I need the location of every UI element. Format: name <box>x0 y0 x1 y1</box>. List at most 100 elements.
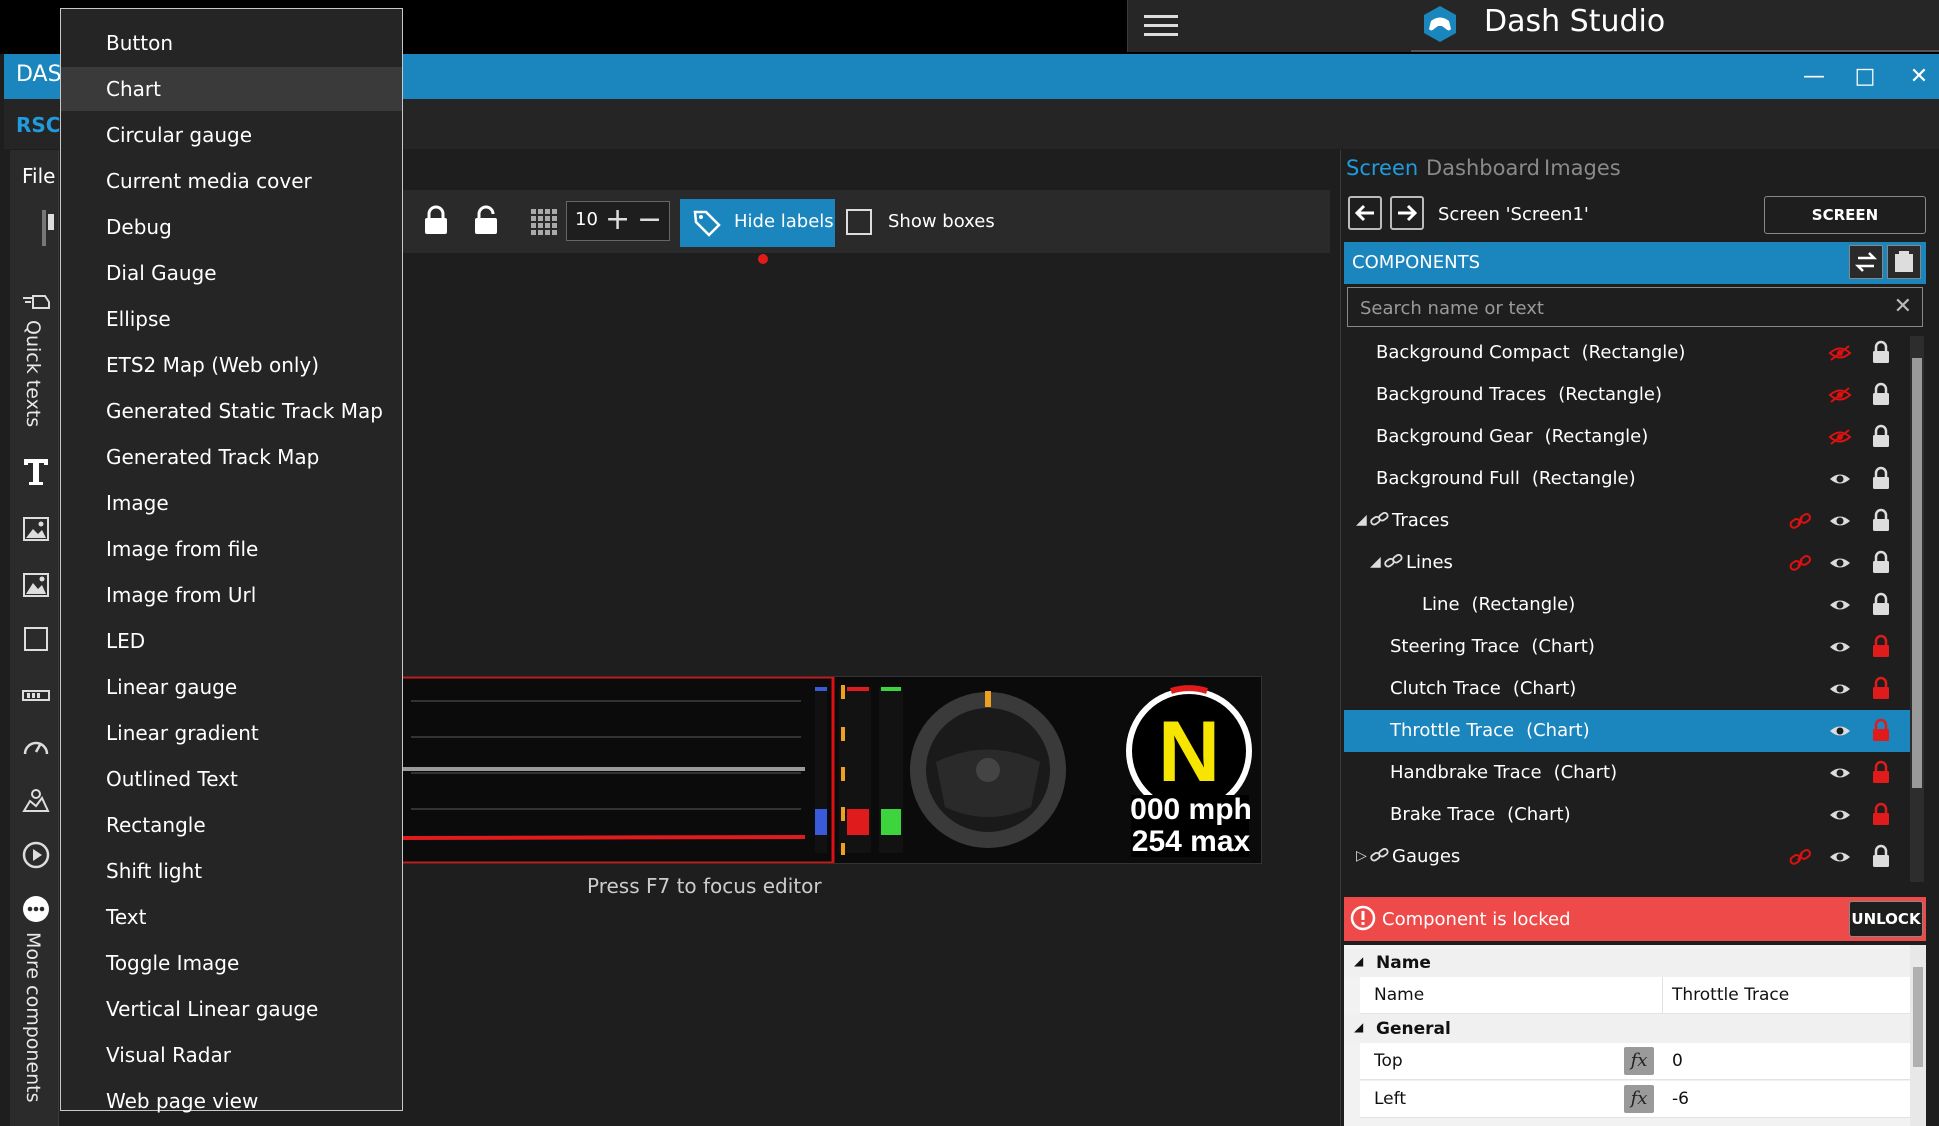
locked-red-icon[interactable] <box>1870 718 1892 742</box>
dropdown-item[interactable]: Vertical Linear gauge <box>61 987 402 1031</box>
component-tree-row[interactable]: Background Full (Rectangle) <box>1344 458 1910 500</box>
visible-eye-icon[interactable] <box>1828 512 1852 530</box>
show-boxes-toggle[interactable]: Show boxes <box>846 199 1006 247</box>
show-boxes-checkbox[interactable] <box>846 209 872 235</box>
dropdown-item[interactable]: Image from Url <box>61 573 402 617</box>
visible-eye-icon[interactable] <box>1828 764 1852 782</box>
gauge-tool-icon[interactable] <box>21 732 51 762</box>
led-bar-icon[interactable] <box>21 680 51 710</box>
component-search[interactable]: ✕ <box>1347 287 1923 327</box>
dropdown-item[interactable]: Outlined Text <box>61 757 402 801</box>
component-tree-row[interactable]: Background Traces (Rectangle) <box>1344 374 1910 416</box>
component-tree-row[interactable]: Background Gear (Rectangle) <box>1344 416 1910 458</box>
expanded-triangle-icon[interactable]: ◢ <box>1356 512 1367 528</box>
maximize-icon[interactable]: □ <box>1850 62 1880 92</box>
lock-icon[interactable] <box>1870 508 1892 532</box>
minimize-icon[interactable]: — <box>1799 62 1829 92</box>
dropdown-item[interactable]: Generated Static Track Map <box>61 389 402 433</box>
visible-eye-icon[interactable] <box>1828 554 1852 572</box>
dropdown-item[interactable]: Generated Track Map <box>61 435 402 479</box>
visible-eye-icon[interactable] <box>1828 848 1852 866</box>
dropdown-item[interactable]: Dial Gauge <box>61 251 402 295</box>
image-from-file-icon[interactable] <box>21 570 51 600</box>
component-tree-row[interactable]: ◢ Lines <box>1344 542 1910 584</box>
swap-components-button[interactable] <box>1849 245 1883 279</box>
formula-icon[interactable]: fx <box>1624 1047 1654 1075</box>
rsc-label[interactable]: RSC <box>16 113 60 137</box>
property-row-top[interactable]: Top fx 0 <box>1360 1043 1910 1080</box>
link-icon[interactable] <box>1788 848 1812 866</box>
locked-red-icon[interactable] <box>1870 760 1892 784</box>
expanded-triangle-icon[interactable]: ◢ <box>1370 554 1381 570</box>
hamburger-menu-icon[interactable] <box>1144 14 1178 38</box>
property-grid-scrollbar[interactable] <box>1910 945 1926 1126</box>
locked-red-icon[interactable] <box>1870 802 1892 826</box>
scrollbar-thumb[interactable] <box>1912 358 1922 788</box>
component-tree-row[interactable]: Handbrake Trace (Chart) <box>1344 752 1910 794</box>
lock-icon[interactable] <box>420 204 452 236</box>
more-components-tab[interactable]: More components <box>22 932 44 1103</box>
lock-icon[interactable] <box>1870 844 1892 868</box>
dropdown-item[interactable]: ETS2 Map (Web only) <box>61 343 402 387</box>
visible-eye-icon[interactable] <box>1828 470 1852 488</box>
text-tool-icon[interactable] <box>21 456 51 486</box>
close-icon[interactable]: ✕ <box>1904 62 1934 92</box>
hidden-eye-icon[interactable] <box>1828 386 1852 404</box>
dropdown-item[interactable]: Image from file <box>61 527 402 571</box>
component-tree-row[interactable]: Line (Rectangle) <box>1344 584 1910 626</box>
lock-icon[interactable] <box>1870 424 1892 448</box>
clear-search-icon[interactable]: ✕ <box>1894 294 1912 319</box>
rectangle-tool-icon[interactable] <box>21 624 51 654</box>
dropdown-item[interactable]: Visual Radar <box>61 1033 402 1077</box>
dropdown-item[interactable]: Image <box>61 481 402 525</box>
component-tree-row[interactable]: Clutch Trace (Chart) <box>1344 668 1910 710</box>
lock-icon[interactable] <box>1870 466 1892 490</box>
dropdown-item[interactable]: Toggle Image <box>61 941 402 985</box>
grid-icon[interactable] <box>530 208 558 236</box>
dropdown-item[interactable]: Debug <box>61 205 402 249</box>
more-components-icon[interactable] <box>21 894 51 924</box>
property-row-left[interactable]: Left fx -6 <box>1360 1081 1910 1118</box>
tab-screen[interactable]: Screen <box>1346 156 1418 180</box>
lock-icon[interactable] <box>1870 550 1892 574</box>
component-search-input[interactable] <box>1358 295 1882 321</box>
collapse-triangle-icon[interactable]: ◢ <box>1354 954 1363 968</box>
media-play-icon[interactable] <box>21 840 51 870</box>
visible-eye-icon[interactable] <box>1828 806 1852 824</box>
file-menu[interactable]: File <box>22 164 55 188</box>
image-tool-icon[interactable] <box>21 514 51 544</box>
visible-eye-icon[interactable] <box>1828 596 1852 614</box>
property-value[interactable]: -6 <box>1672 1089 1689 1109</box>
scrollbar-thumb[interactable] <box>1913 967 1923 1067</box>
dashboard-preview[interactable]: N 000 mph 254 max <box>399 675 1262 865</box>
lock-icon[interactable] <box>1870 382 1892 406</box>
dropdown-item[interactable]: Circular gauge <box>61 113 402 157</box>
property-value[interactable]: Throttle Trace <box>1672 985 1789 1005</box>
unlock-button[interactable]: UNLOCK <box>1849 901 1923 937</box>
tab-images[interactable]: Images <box>1544 156 1621 180</box>
dropdown-item[interactable]: LED <box>61 619 402 663</box>
dropdown-item[interactable]: Chart <box>61 67 402 111</box>
dropdown-item[interactable]: Web page view <box>61 1079 402 1123</box>
component-tree-row[interactable]: Brake Trace (Chart) <box>1344 794 1910 836</box>
screen-properties-button[interactable]: SCREEN PROPERTIES <box>1764 196 1926 260</box>
grid-size-value[interactable]: 10 <box>575 209 598 230</box>
dropdown-item[interactable]: Current media cover <box>61 159 402 203</box>
dropdown-item[interactable]: Rectangle <box>61 803 402 847</box>
collapsed-triangle-icon[interactable]: ▷ <box>1356 848 1367 864</box>
dropdown-item[interactable]: Shift light <box>61 849 402 893</box>
dropdown-item[interactable]: Button <box>61 21 402 65</box>
component-tree-row[interactable]: ▷ Gauges <box>1344 836 1910 878</box>
visible-eye-icon[interactable] <box>1828 722 1852 740</box>
dropdown-item[interactable]: Ellipse <box>61 297 402 341</box>
hidden-eye-icon[interactable] <box>1828 428 1852 446</box>
component-tree-row[interactable]: ◢ Traces <box>1344 500 1910 542</box>
grid-increase-button[interactable]: + <box>605 202 630 237</box>
property-value[interactable]: 0 <box>1672 1051 1683 1071</box>
grid-decrease-button[interactable]: − <box>637 202 662 237</box>
locked-red-icon[interactable] <box>1870 634 1892 658</box>
property-category-general[interactable]: ◢ General <box>1344 1015 1910 1043</box>
clipboard-button[interactable] <box>1887 245 1921 279</box>
tab-dashboard[interactable]: Dashboard <box>1426 156 1540 180</box>
component-tree-row[interactable]: Throttle Trace (Chart) <box>1344 710 1910 752</box>
